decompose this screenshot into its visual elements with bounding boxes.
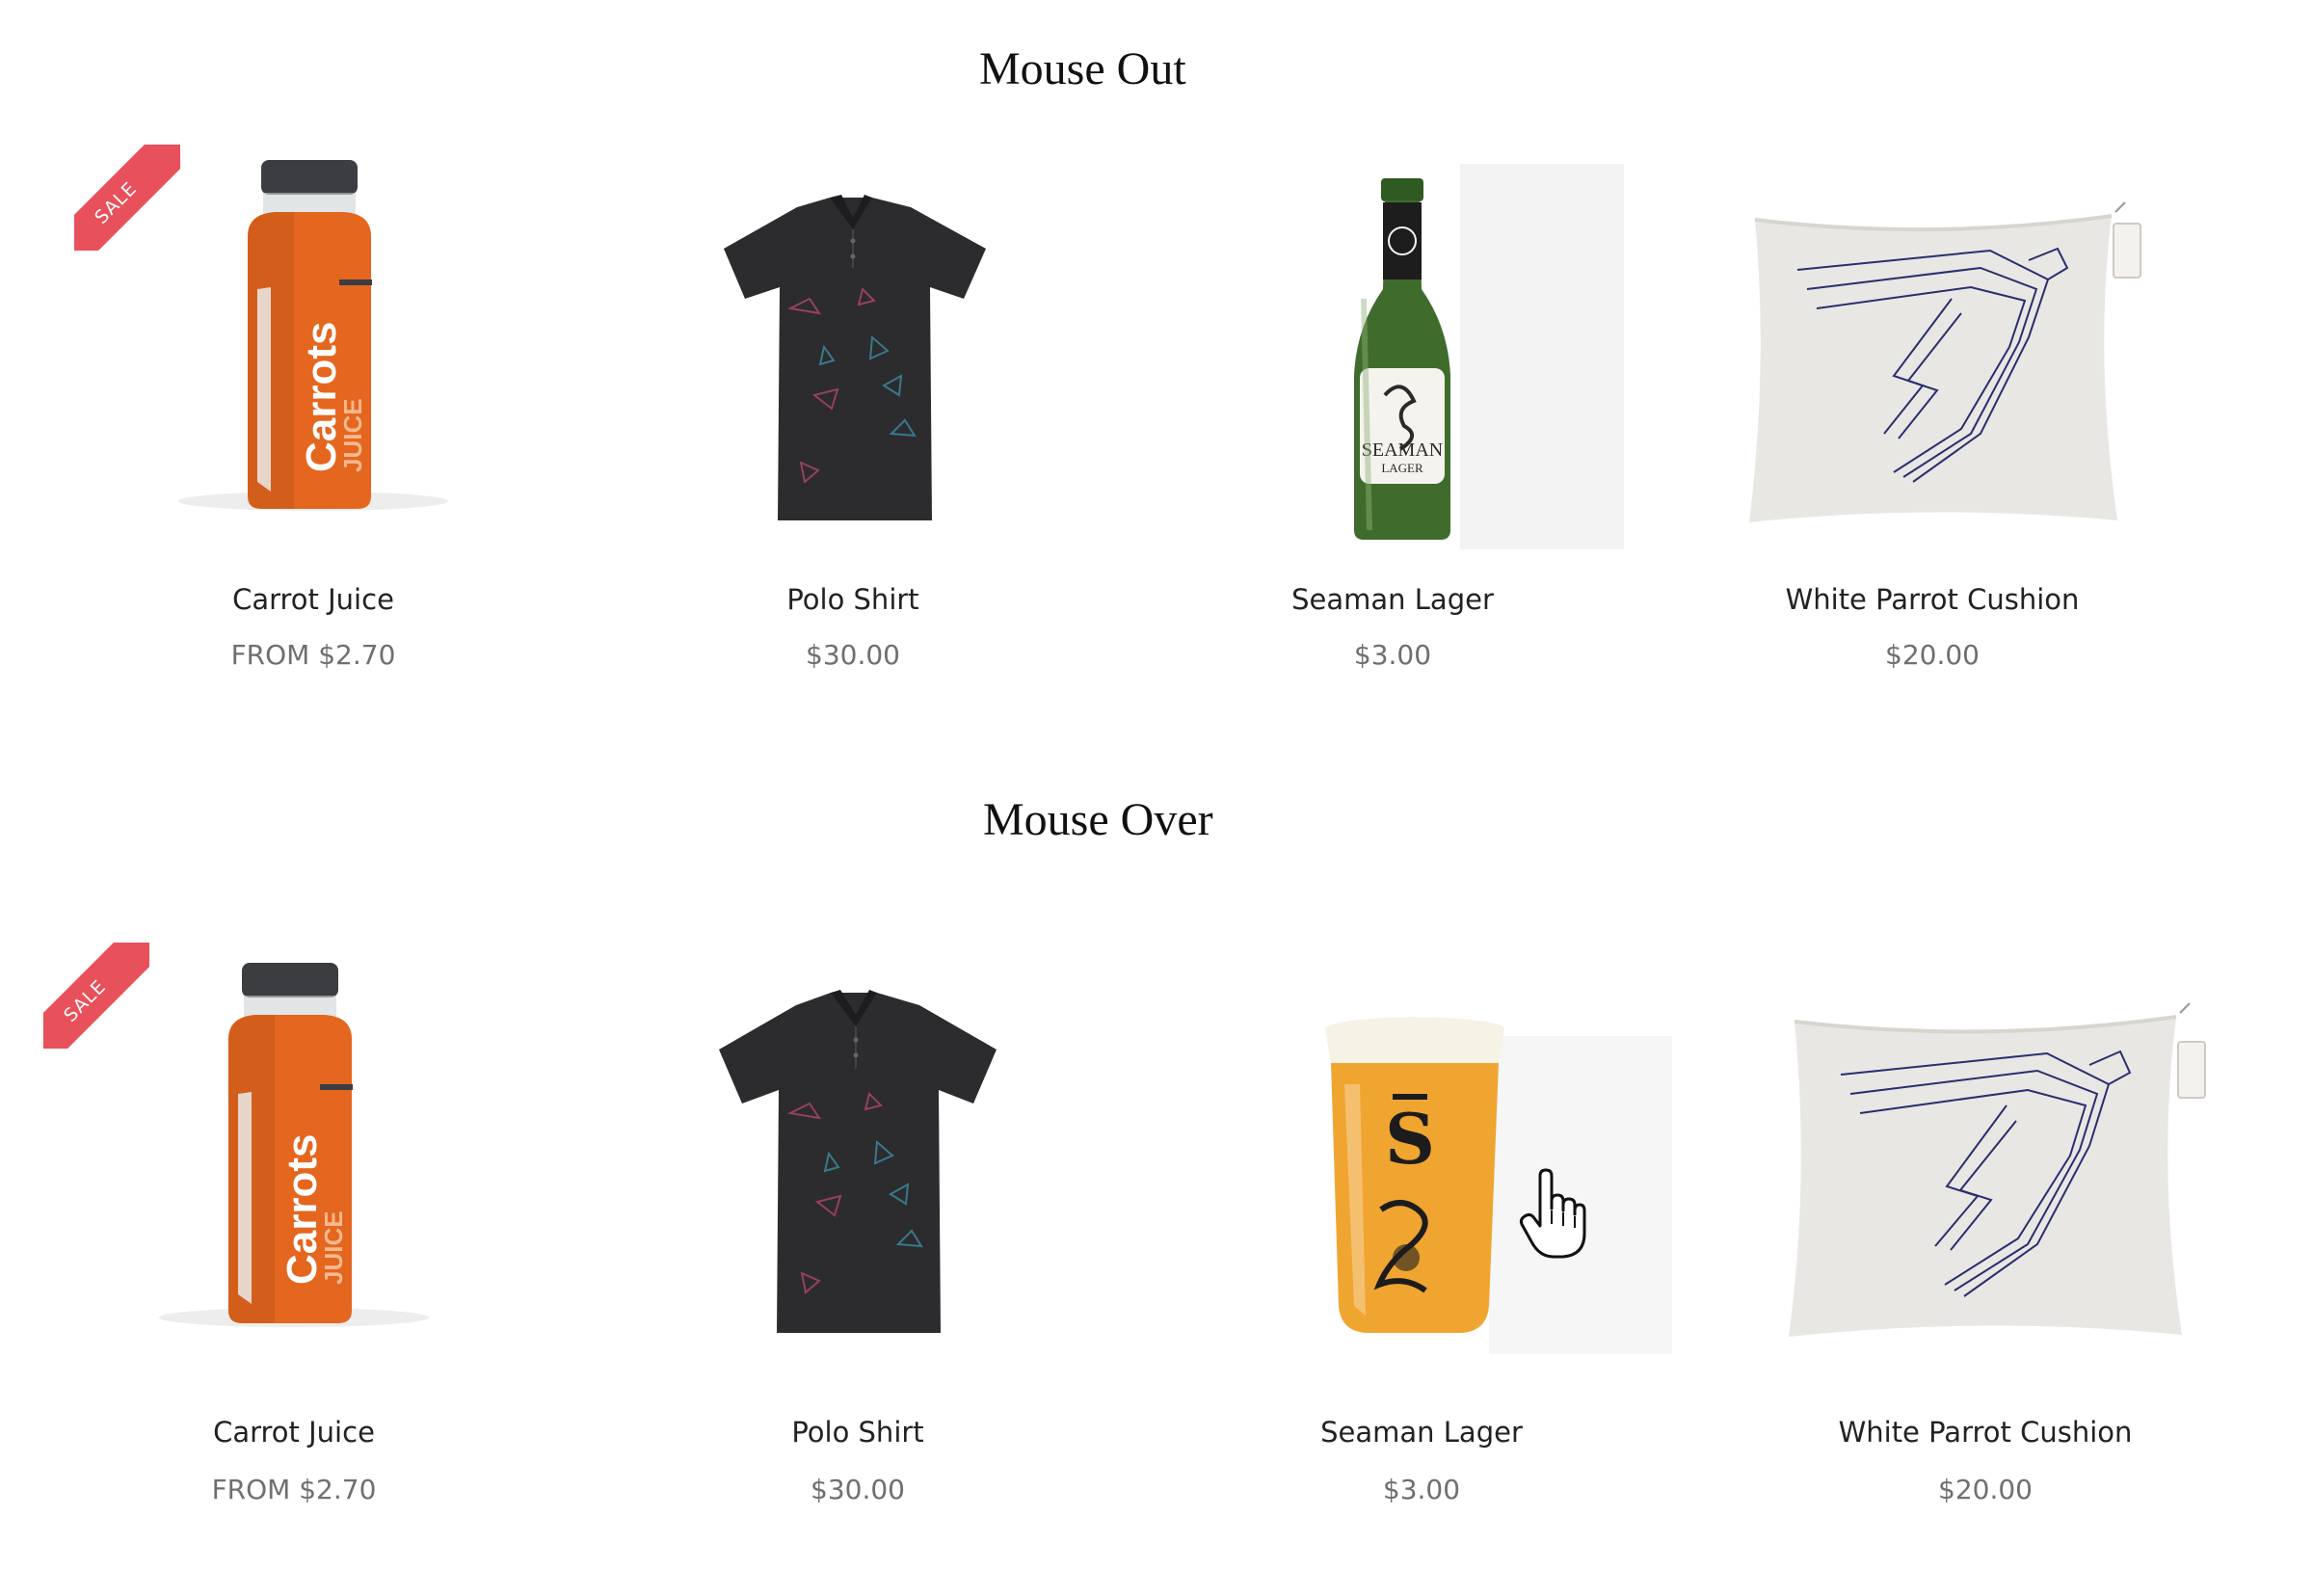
product-name[interactable]: Seaman Lager [1123, 583, 1662, 616]
product-name[interactable]: White Parrot Cushion [1715, 1416, 2255, 1449]
product-price: $3.00 [1353, 639, 1432, 671]
mouse-out-title: Mouse Out [979, 43, 1186, 94]
product-price: $20.00 [1938, 1474, 2033, 1505]
glass-logo-text: S [1385, 1098, 1435, 1180]
polo-shirt-image[interactable] [583, 145, 1123, 578]
product-price: $3.00 [1382, 1474, 1461, 1505]
product-name[interactable]: Seaman Lager [1152, 1416, 1691, 1449]
white-parrot-cushion-image[interactable] [1662, 145, 2202, 578]
lager-label-bottom: LAGER [1381, 461, 1423, 475]
seaman-lager-bottle-image[interactable]: SEAMAN LAGER [1123, 145, 1662, 578]
product-price: $30.00 [806, 639, 900, 671]
product-name[interactable]: Carrot Juice [43, 583, 583, 616]
sale-ribbon: SALE [43, 943, 149, 1049]
product-price: $30.00 [811, 1474, 905, 1505]
sale-badge: SALE [43, 943, 149, 1049]
product-price: FROM $2.70 [211, 1474, 377, 1505]
white-parrot-cushion-image[interactable] [1715, 949, 2255, 1383]
mouse-over-title: Mouse Over [983, 794, 1213, 845]
hand-pointer-icon [1519, 1168, 1586, 1259]
product-name[interactable]: Polo Shirt [583, 583, 1123, 616]
bottle-sub-text: JUICE [319, 1210, 348, 1285]
sale-badge: SALE [74, 145, 180, 251]
product-price: $20.00 [1885, 639, 1980, 671]
product-name[interactable]: Carrot Juice [24, 1416, 564, 1449]
lager-label-top: SEAMAN [1362, 439, 1443, 461]
product-name[interactable]: White Parrot Cushion [1662, 583, 2202, 616]
sale-ribbon: SALE [74, 145, 180, 251]
product-name[interactable]: Polo Shirt [588, 1416, 1128, 1449]
product-price: FROM $2.70 [230, 639, 396, 671]
seaman-lager-glass-image[interactable]: S [1152, 949, 1691, 1383]
polo-shirt-image[interactable] [588, 949, 1128, 1383]
bottle-sub-text: JUICE [338, 398, 367, 472]
